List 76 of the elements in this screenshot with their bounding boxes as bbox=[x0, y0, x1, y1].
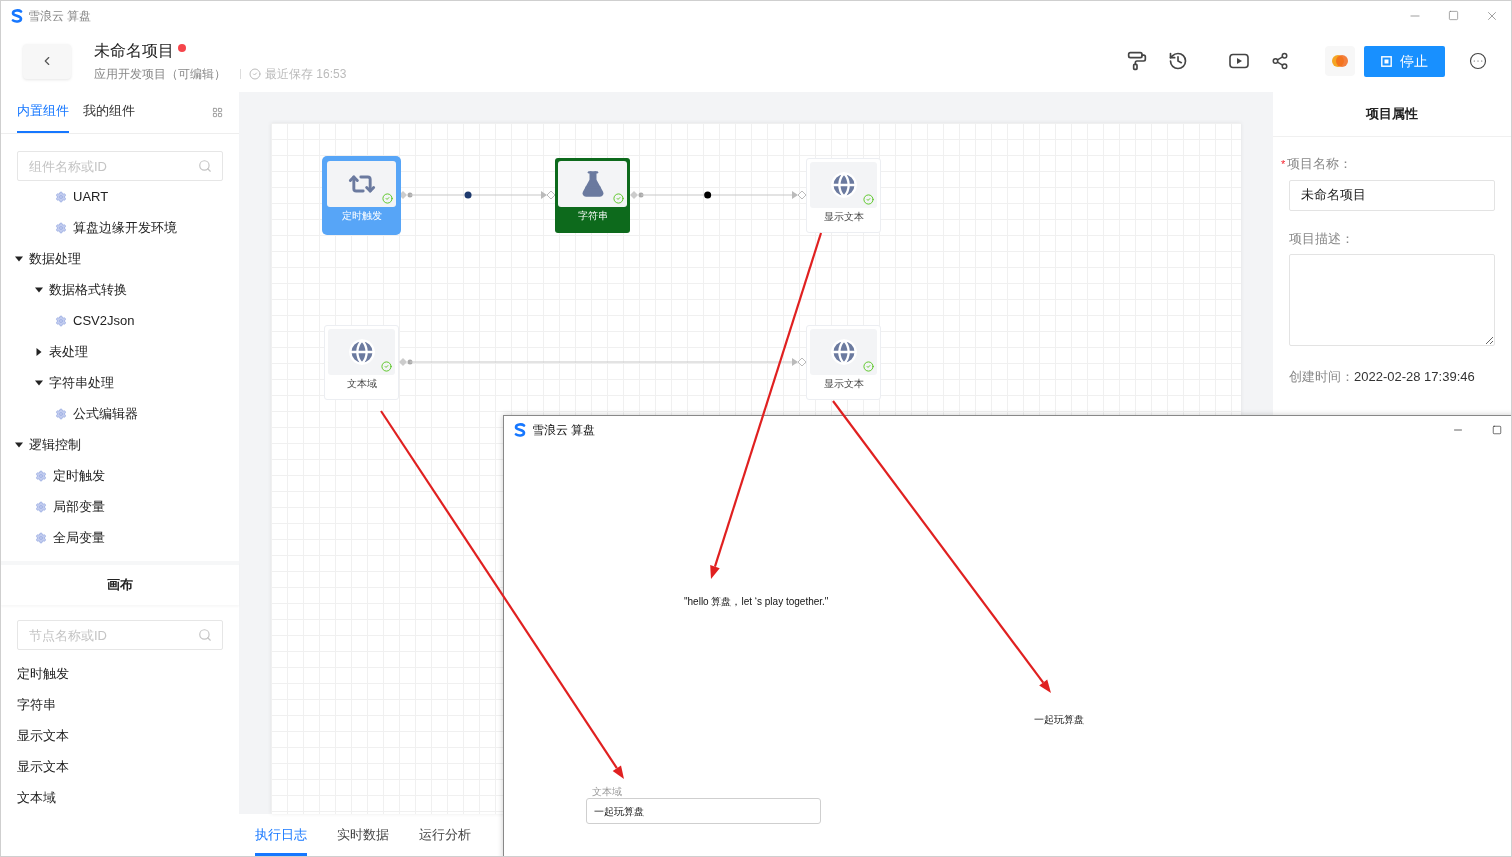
name-input[interactable]: 未命名项目 bbox=[1289, 179, 1495, 211]
history-icon[interactable] bbox=[1168, 51, 1188, 71]
tree-item[interactable]: 公式编辑器 bbox=[1, 398, 239, 429]
caret-icon bbox=[35, 285, 43, 294]
paint-roller-icon[interactable] bbox=[1127, 51, 1147, 71]
avatar-badge[interactable] bbox=[1325, 46, 1355, 76]
description-input[interactable] bbox=[1289, 254, 1495, 346]
required-mark: * bbox=[1281, 156, 1286, 172]
node-list-item[interactable]: 显示文本 bbox=[1, 720, 239, 751]
gear-icon bbox=[35, 531, 47, 544]
field-label: 文本域 bbox=[592, 787, 623, 797]
grid-icon[interactable] bbox=[212, 107, 223, 118]
search-field[interactable]: 组件名称或ID bbox=[17, 151, 223, 181]
caret-icon bbox=[15, 440, 23, 449]
output-text: 一起玩算盘 bbox=[1034, 713, 1084, 727]
check-circle-icon bbox=[249, 68, 261, 80]
tree-item[interactable]: UART bbox=[1, 181, 239, 212]
gear-icon bbox=[55, 314, 67, 327]
tree-item[interactable]: 数据处理 bbox=[1, 243, 239, 274]
maximize-icon[interactable] bbox=[1492, 425, 1502, 435]
flow-node[interactable]: 显示文本 bbox=[806, 325, 881, 400]
project-subtitle: 应用开发项目（可编辑） bbox=[94, 66, 226, 83]
caret-icon bbox=[35, 347, 43, 356]
bottom-tab[interactable]: 执行日志 bbox=[255, 816, 307, 856]
logo-icon bbox=[514, 423, 526, 437]
field-label: 项目名称： bbox=[1287, 155, 1353, 173]
sidebar-tab[interactable]: 内置组件 bbox=[17, 91, 69, 133]
stop-square-icon bbox=[1381, 55, 1392, 67]
tree-item[interactable]: 全局变量 bbox=[1, 522, 239, 553]
caret-icon bbox=[35, 378, 43, 387]
gear-icon bbox=[35, 469, 47, 482]
search-field[interactable]: 节点名称或ID bbox=[17, 620, 223, 650]
flow-node[interactable]: 显示文本 bbox=[806, 158, 881, 233]
tree-item[interactable]: 局部变量 bbox=[1, 491, 239, 522]
bottom-tab[interactable]: 实时数据 bbox=[337, 816, 389, 856]
node-list-item[interactable]: 字符串 bbox=[1, 689, 239, 720]
field-label: 项目描述： bbox=[1289, 229, 1355, 248]
share-icon[interactable] bbox=[1271, 52, 1289, 70]
tree-item[interactable]: 定时触发 bbox=[1, 460, 239, 491]
search-icon bbox=[198, 159, 212, 173]
tree-item[interactable]: CSV2Json bbox=[1, 305, 239, 336]
section-title: 画布 bbox=[107, 576, 133, 595]
panel-title: 项目属性 bbox=[1366, 105, 1418, 124]
gear-icon bbox=[55, 190, 67, 203]
project-title: 未命名项目 bbox=[94, 41, 174, 61]
node-list-item[interactable]: 文本域 bbox=[1, 782, 239, 813]
tree-item[interactable]: 表处理 bbox=[1, 336, 239, 367]
text-area-field[interactable]: 一起玩算盘 bbox=[586, 798, 821, 824]
bottom-tab[interactable]: 运行分析 bbox=[419, 816, 471, 856]
tree-item[interactable]: 算盘边缘开发环境 bbox=[1, 212, 239, 243]
gear-icon bbox=[55, 407, 67, 420]
tree-item[interactable]: 逻辑控制 bbox=[1, 429, 239, 460]
app-title: 雪浪云 算盘 bbox=[28, 7, 92, 25]
gear-icon bbox=[55, 221, 67, 234]
tree-item[interactable]: 字符串处理 bbox=[1, 367, 239, 398]
sidebar-tab[interactable]: 我的组件 bbox=[83, 91, 135, 133]
globe-icon bbox=[829, 171, 858, 199]
caret-icon bbox=[15, 254, 23, 263]
more-icon[interactable] bbox=[1469, 52, 1487, 70]
output-text: "hello 算盘，let ‘s play together." bbox=[684, 595, 829, 609]
flow-node[interactable]: 字符串 bbox=[555, 158, 630, 233]
maximize-icon[interactable] bbox=[1448, 10, 1459, 21]
window-title: 雪浪云 算盘 bbox=[532, 422, 596, 439]
flow-node[interactable]: 文本域 bbox=[324, 325, 399, 400]
created-time: 2022-02-28 17:39:46 bbox=[1354, 368, 1475, 386]
node-list-item[interactable]: 定时触发 bbox=[1, 658, 239, 689]
search-icon bbox=[198, 628, 212, 642]
logo-icon bbox=[11, 8, 23, 23]
tree-item[interactable]: 数据格式转换 bbox=[1, 274, 239, 305]
globe-icon bbox=[347, 338, 376, 366]
play-icon[interactable] bbox=[1229, 53, 1249, 69]
globe-icon bbox=[829, 338, 858, 366]
gear-icon bbox=[35, 500, 47, 513]
node-list-item[interactable]: 显示文本 bbox=[1, 751, 239, 782]
save-status: 最近保存 16:53 bbox=[265, 66, 347, 83]
field-label: 创建时间： bbox=[1289, 368, 1354, 386]
